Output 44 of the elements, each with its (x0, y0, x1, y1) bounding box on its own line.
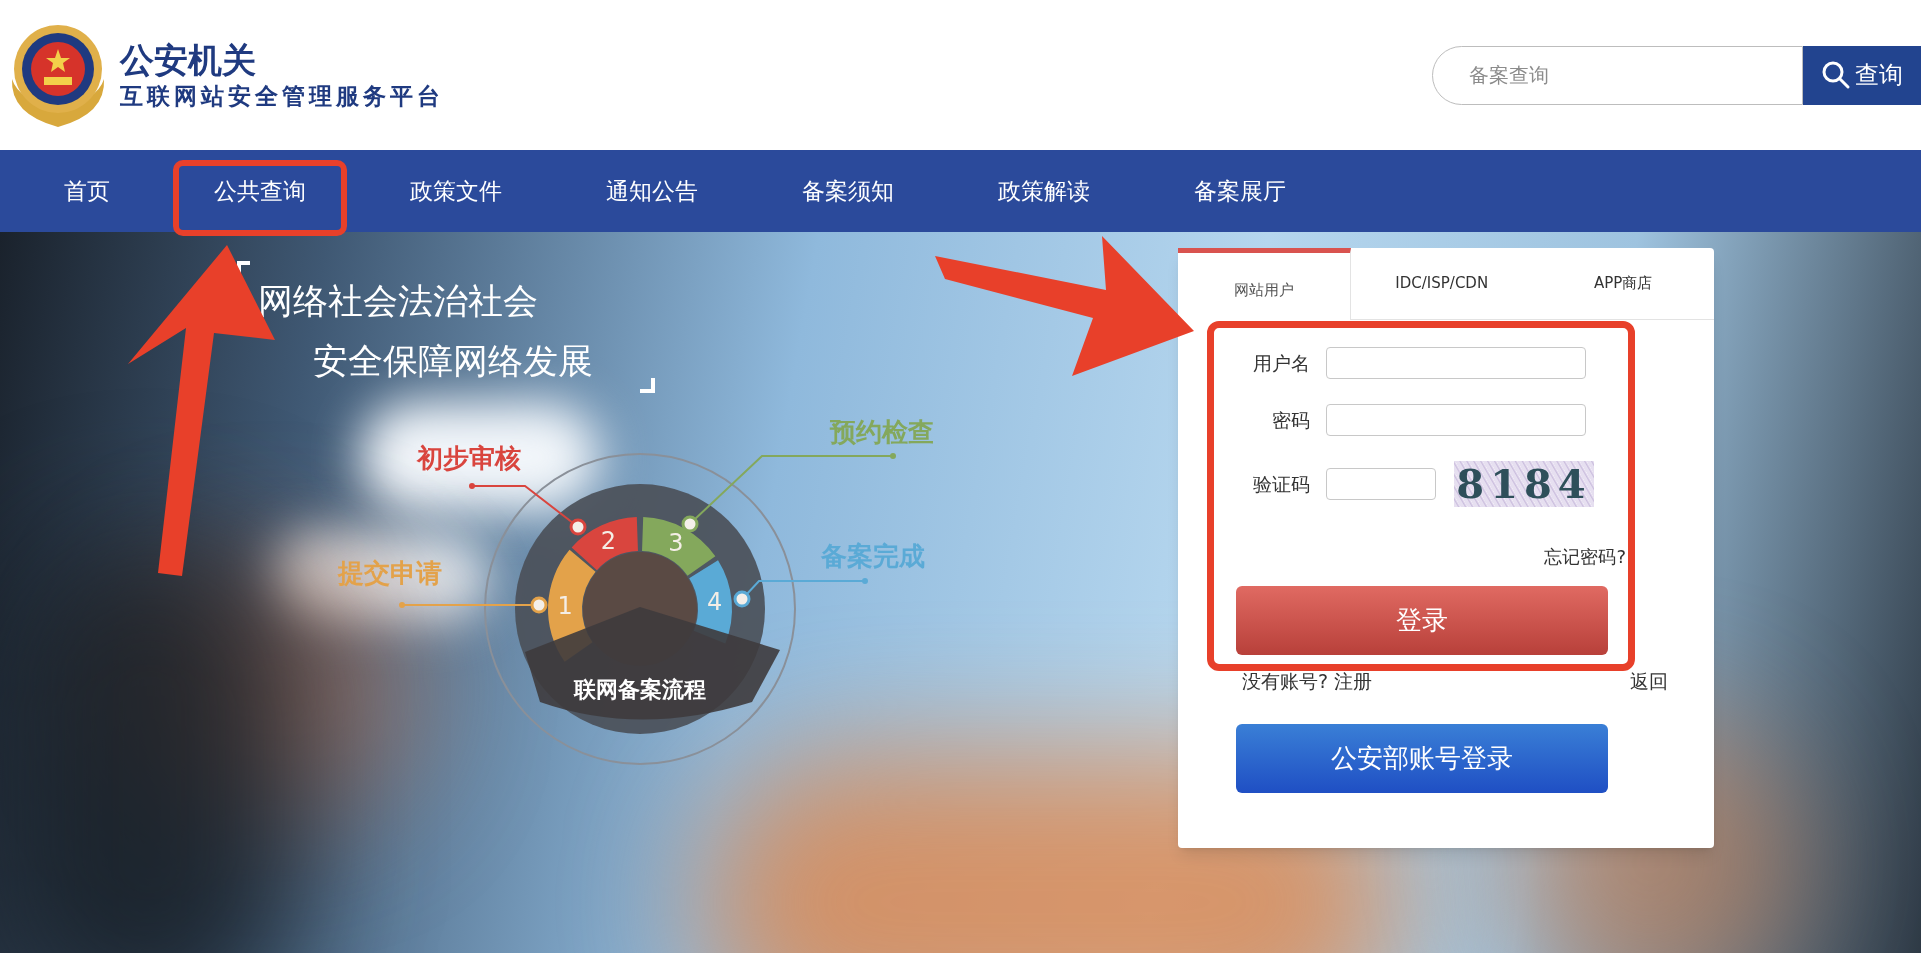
register-prompt: 没有账号? (1242, 669, 1329, 694)
process-title: 联网备案流程 (574, 677, 706, 702)
search-icon (1821, 60, 1851, 90)
step-dot (569, 518, 587, 536)
nav-link[interactable]: 首页 (64, 173, 110, 209)
nav-link[interactable]: 公共查询 (214, 173, 306, 209)
site-title: 公安机关 (120, 39, 257, 81)
password-field[interactable] (1326, 404, 1586, 436)
field-label: 验证码 (1252, 471, 1311, 497)
step-number: 4 (707, 588, 723, 617)
login-tab[interactable]: APP商店 (1532, 248, 1714, 320)
step-dot (530, 596, 548, 614)
field-label: 用户名 (1252, 350, 1311, 376)
step-label: 备案完成 (821, 541, 925, 571)
nav-link[interactable]: 备案须知 (802, 173, 894, 209)
login-button[interactable]: 登录 (1236, 586, 1608, 655)
slogan-text: 网络社会法治社会 (258, 280, 538, 322)
field-label: 密码 (1271, 407, 1311, 433)
captcha-field[interactable] (1326, 468, 1436, 500)
step-label: 提交申请 (338, 558, 442, 588)
nav-link[interactable]: 政策文件 (410, 173, 502, 209)
back-link[interactable]: 返回 (1630, 667, 1668, 696)
site-subtitle: 互联网站安全管理服务平台 (120, 82, 444, 111)
nav-link[interactable]: 通知公告 (606, 173, 698, 209)
search-field[interactable]: 备案查询 (1432, 45, 1803, 105)
step-number: 1 (557, 591, 573, 620)
step-number: 3 (668, 529, 684, 558)
nav-link[interactable]: 政策解读 (998, 173, 1090, 209)
step-number: 2 (600, 527, 616, 556)
username-field[interactable] (1326, 347, 1586, 379)
login-tab[interactable]: IDC/ISP/CDN (1351, 248, 1533, 320)
nav-link[interactable]: 备案展厅 (1194, 173, 1286, 209)
step-dot (733, 590, 751, 608)
register-link[interactable]: 注册 (1334, 667, 1373, 696)
step-label: 预约检查 (830, 417, 934, 447)
captcha-image[interactable]: 8184 (1454, 461, 1594, 507)
forgot-password-link[interactable]: 忘记密码? (1544, 543, 1626, 570)
corner-bracket (640, 378, 656, 394)
slogan-text: 安全保障网络发展 (313, 340, 593, 382)
step-dot (681, 515, 699, 533)
step-label: 初步审核 (417, 443, 521, 473)
corner-bracket (236, 260, 250, 274)
police-account-login-button[interactable]: 公安部账号登录 (1236, 723, 1608, 793)
search-button[interactable]: 查询 (1803, 45, 1921, 105)
